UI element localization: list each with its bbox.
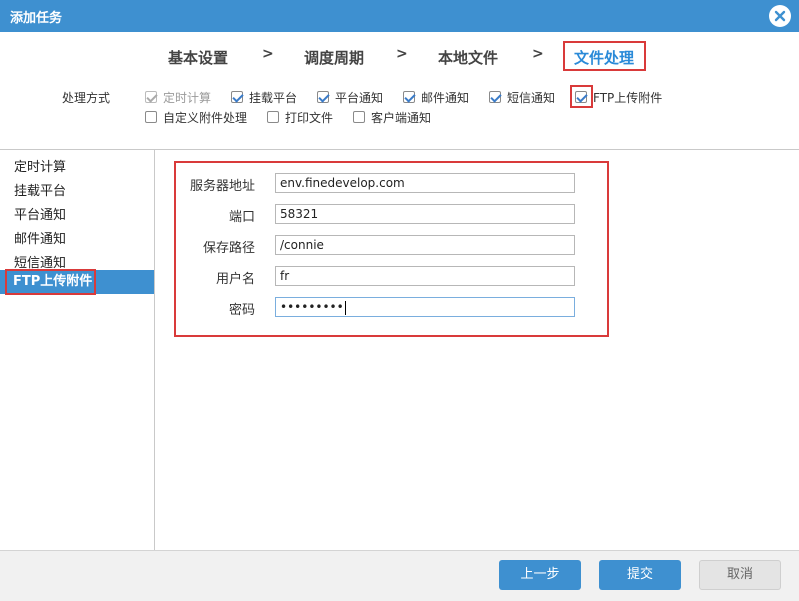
checkbox[interactable]: [231, 91, 243, 103]
username-label: 用户名: [215, 272, 255, 287]
option-sms-notify[interactable]: 短信通知: [489, 89, 555, 105]
option-platform-notify[interactable]: 平台通知: [317, 89, 383, 105]
option-label: 邮件通知: [421, 90, 470, 105]
option-label: 平台通知: [335, 90, 384, 105]
checkbox[interactable]: [353, 111, 365, 123]
step-arrow: >: [532, 46, 544, 62]
step-basic-settings[interactable]: 基本设置: [168, 47, 228, 68]
username-field[interactable]: fr: [275, 266, 575, 286]
step-file-processing[interactable]: 文件处理: [574, 47, 634, 68]
step-schedule[interactable]: 调度周期: [304, 47, 364, 68]
option-mount-platform[interactable]: 挂载平台: [231, 89, 297, 105]
checkbox: [145, 91, 157, 103]
option-ftp-upload[interactable]: FTP上传附件: [575, 89, 662, 105]
dialog-title: 添加任务: [10, 11, 63, 26]
option-custom-attachment[interactable]: 自定义附件处理: [145, 109, 247, 125]
checkbox[interactable]: [145, 111, 157, 123]
option-label: 挂载平台: [249, 90, 298, 105]
option-label: 客户端通知: [371, 110, 432, 125]
option-label: 短信通知: [507, 90, 556, 105]
option-label: FTP上传附件: [593, 90, 663, 105]
checkbox[interactable]: [489, 91, 501, 103]
step-arrow: >: [262, 46, 274, 62]
option-timed-calc: 定时计算: [145, 89, 211, 105]
dialog-titlebar: 添加任务: [0, 0, 799, 32]
server-field[interactable]: env.finedevelop.com: [275, 173, 575, 193]
sidebar-highlight: [5, 269, 96, 295]
sidebar-item-mount-platform[interactable]: 挂载平台: [14, 180, 66, 199]
prev-button[interactable]: 上一步: [499, 560, 581, 590]
option-label: 打印文件: [285, 110, 334, 125]
cancel-button[interactable]: 取消: [699, 560, 781, 590]
port-field[interactable]: 58321: [275, 204, 575, 224]
checkbox[interactable]: [403, 91, 415, 103]
option-print-file[interactable]: 打印文件: [267, 109, 333, 125]
step-arrow: >: [396, 46, 408, 62]
sidebar-item-platform-notify[interactable]: 平台通知: [14, 204, 66, 223]
close-icon[interactable]: [769, 5, 791, 27]
checkbox[interactable]: [575, 91, 587, 103]
port-label: 端口: [228, 210, 255, 225]
option-email-notify[interactable]: 邮件通知: [403, 89, 469, 105]
sidebar-item-email-notify[interactable]: 邮件通知: [14, 228, 66, 247]
path-label: 保存路径: [202, 241, 255, 256]
sidebar: 定时计算 挂载平台 平台通知 邮件通知 短信通知 FTP上传附件: [0, 150, 155, 551]
option-client-notify[interactable]: 客户端通知: [353, 109, 431, 125]
submit-button[interactable]: 提交: [599, 560, 681, 590]
password-field[interactable]: •••••••••: [275, 297, 575, 317]
password-mask: •••••••••: [280, 300, 344, 314]
wizard-steps: 基本设置 > 调度周期 > 本地文件 > 文件处理: [0, 32, 799, 82]
option-label: 自定义附件处理: [163, 110, 248, 125]
option-label: 定时计算: [163, 90, 212, 105]
checkbox[interactable]: [267, 111, 279, 123]
step-local-files[interactable]: 本地文件: [438, 47, 498, 68]
checkbox[interactable]: [317, 91, 329, 103]
sidebar-item-timed-calc[interactable]: 定时计算: [14, 156, 66, 175]
server-label: 服务器地址: [189, 179, 255, 194]
processing-method-label: 处理方式: [62, 91, 111, 105]
password-label: 密码: [228, 303, 255, 318]
path-field[interactable]: /connie: [275, 235, 575, 255]
text-caret: [344, 300, 346, 315]
